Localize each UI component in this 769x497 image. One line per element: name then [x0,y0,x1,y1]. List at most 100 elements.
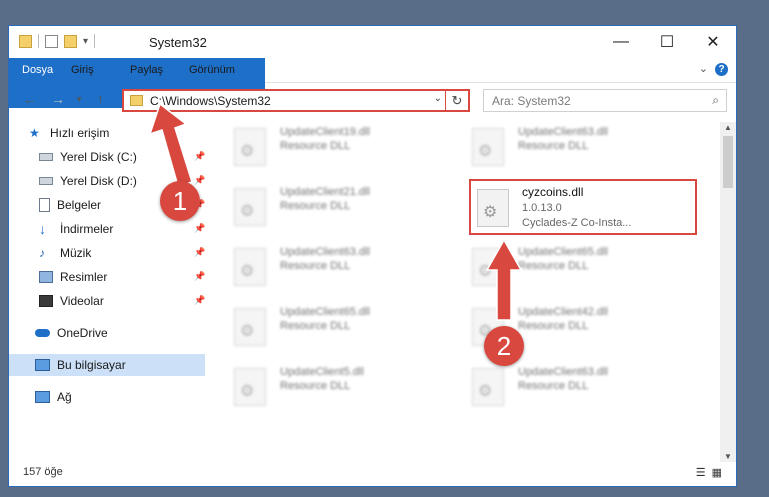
vertical-scrollbar[interactable]: ▲ ▼ [720,122,736,462]
sidebar-item-local-disk-c[interactable]: Yerel Disk (C:) 📌 [39,146,205,168]
new-folder-icon[interactable] [64,34,77,48]
file-name: UpdateClient19.dll [280,126,370,138]
forward-arrow-icon[interactable]: → [51,91,65,107]
scroll-thumb[interactable] [723,136,733,188]
sidebar-item-this-pc[interactable]: Bu bilgisayar [9,354,205,376]
file-item[interactable]: UpdateClient63.dll Resource DLL [452,362,682,412]
search-icon[interactable]: ⌕ [712,93,719,108]
sidebar-item-videos[interactable]: Videolar 📌 [39,290,205,312]
properties-icon[interactable] [45,34,58,48]
title-bar: ▾ System32 — ☐ ✕ [9,26,736,58]
dll-file-icon [234,248,266,286]
step-badge-1: 1 [160,181,200,221]
dll-file-icon [472,248,504,286]
search-placeholder[interactable]: Ara: System32 [492,94,571,108]
navigation-bar: ← → ▾ ↑ C:\Windows\System32 ⌄ ↻ Ara: Sys… [9,83,736,117]
status-bar: 157 öğe ☰▦ [9,462,736,486]
sidebar-item-pictures[interactable]: Resimler 📌 [39,266,205,288]
pictures-icon [39,271,53,283]
dll-file-icon [234,368,266,406]
file-item[interactable]: UpdateClient19.dll Resource DLL [214,122,444,172]
expand-ribbon-icon[interactable]: ⌄ [699,62,708,75]
tab-home[interactable]: Giriş [61,58,104,82]
sidebar-item-label: Bu bilgisayar [57,358,126,372]
explorer-window: ▾ System32 — ☐ ✕ Dosya Giriş Paylaş Görü… [8,25,737,487]
tab-view[interactable]: Görünüm [179,58,245,82]
up-arrow-icon[interactable]: ↑ [97,91,104,107]
close-button[interactable]: ✕ [690,26,736,58]
sidebar-item-onedrive[interactable]: OneDrive [35,322,205,344]
ribbon-tabs: Dosya Giriş Paylaş Görünüm ⌄ ? [9,58,736,108]
maximize-button[interactable]: ☐ [644,26,690,58]
address-dropdown-icon[interactable]: ⌄ [434,93,442,104]
file-item[interactable]: UpdateClient65.dll Resource DLL [214,302,444,352]
tab-share[interactable]: Paylaş [120,58,173,82]
view-toggle-icons[interactable]: ☰▦ [696,466,728,479]
address-path[interactable]: C:\Windows\System32 [150,94,271,108]
file-type: Resource DLL [280,200,351,212]
sidebar-item-label: Resimler [60,270,108,284]
file-name: UpdateClient42.dll [518,306,608,318]
file-type: Resource DLL [518,320,589,332]
navigation-pane: ★ Hızlı erişim Yerel Disk (C:) 📌 Yerel D… [9,122,205,462]
scroll-up-icon[interactable]: ▲ [724,123,732,132]
file-description: Cyclades-Z Co-Insta... [522,217,632,229]
documents-icon [39,198,50,212]
folder-icon[interactable] [19,34,32,48]
file-type: Resource DLL [518,140,589,152]
back-arrow-icon[interactable]: ← [23,91,37,107]
window-title: System32 [149,35,207,50]
star-icon: ★ [29,126,40,140]
dll-file-icon [234,308,266,346]
file-type: Resource DLL [280,380,351,392]
file-item[interactable]: UpdateClient21.dll Resource DLL [214,182,444,232]
dll-file-icon [234,128,266,166]
address-bar[interactable]: C:\Windows\System32 ⌄ ↻ [122,89,470,112]
file-item[interactable]: UpdateClient63.dll Resource DLL [452,122,682,172]
dll-file-icon [472,128,504,166]
sidebar-item-downloads[interactable]: ↓ İndirmeler 📌 [39,218,205,240]
sidebar-item-label: Müzik [60,246,92,260]
help-icon[interactable]: ? [715,63,728,76]
file-name: UpdateClient63.dll [280,246,370,258]
file-item[interactable]: UpdateClient63.dll Resource DLL [214,242,444,292]
file-item[interactable]: UpdateClient5.dll Resource DLL [214,362,444,412]
sidebar-item-label: Yerel Disk (C:) [60,150,137,164]
file-name: UpdateClient5.dll [280,366,364,378]
pin-icon[interactable]: 📌 [194,271,205,282]
pin-icon[interactable]: 📌 [194,175,205,186]
folder-icon [130,95,143,106]
item-count: 157 öğe [23,466,63,478]
drive-icon [39,153,53,161]
recent-locations-icon[interactable]: ▾ [77,94,82,105]
file-type: Resource DLL [280,140,351,152]
sidebar-item-network[interactable]: Ağ [35,386,205,408]
file-list: UpdateClient19.dll Resource DLL UpdateCl… [214,122,720,462]
file-name: cyzcoins.dll [522,185,584,199]
divider [38,34,39,48]
file-name: UpdateClient65.dll [280,306,370,318]
sidebar-item-quick-access[interactable]: ★ Hızlı erişim [29,122,225,144]
video-icon [39,295,53,307]
scroll-down-icon[interactable]: ▼ [724,452,732,461]
quick-access-toolbar: ▾ [19,34,96,48]
pin-icon[interactable]: 📌 [194,247,205,258]
dll-file-icon [234,188,266,226]
refresh-icon[interactable]: ↻ [445,91,468,110]
file-item-cyzcoins[interactable]: cyzcoins.dll 1.0.13.0 Cyclades-Z Co-Inst… [469,179,697,235]
sidebar-item-music[interactable]: ♪ Müzik 📌 [39,242,205,264]
dll-file-icon [472,368,504,406]
file-type: Resource DLL [280,260,351,272]
sidebar-item-label: Ağ [57,390,72,404]
pin-icon[interactable]: 📌 [194,295,205,306]
search-box[interactable]: Ara: System32 ⌕ [483,89,727,112]
pin-icon[interactable]: 📌 [194,151,205,162]
step-badge-2: 2 [484,326,524,366]
computer-icon [35,359,50,371]
file-type: Resource DLL [280,320,351,332]
file-name: UpdateClient63.dll [518,366,608,378]
file-item[interactable]: UpdateClient65.dll Resource DLL [452,242,682,292]
pin-icon[interactable]: 📌 [194,223,205,234]
minimize-button[interactable]: — [598,26,644,58]
customize-qat-icon[interactable]: ▾ [83,36,88,47]
